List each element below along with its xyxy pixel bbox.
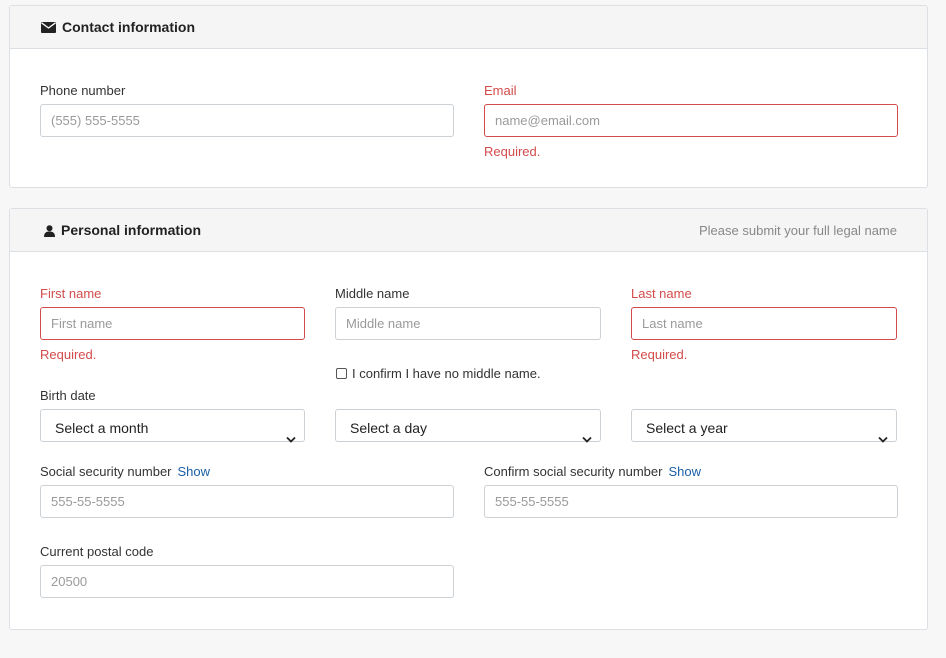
email-error: Required. — [484, 144, 541, 159]
personal-title: Personal information — [44, 209, 201, 252]
postal-code-label: Current postal code — [40, 544, 154, 559]
ssn-confirm-label: Confirm social security number — [484, 464, 663, 479]
ssn-input[interactable] — [40, 485, 454, 518]
ssn-confirm-show-link[interactable]: Show — [668, 464, 701, 479]
middle-name-label: Middle name — [335, 286, 410, 301]
last-name-field: Last name Required. — [631, 285, 897, 364]
no-middle-name-checkbox[interactable] — [336, 368, 347, 379]
birth-month-value: Select a month — [55, 420, 149, 436]
first-name-label: First name — [40, 286, 102, 301]
phone-input[interactable] — [40, 104, 454, 137]
chevron-down-icon — [582, 420, 592, 456]
birth-year-select[interactable]: Select a year — [631, 409, 897, 443]
postal-code-input[interactable] — [40, 565, 454, 598]
email-field: Email Required. — [484, 82, 898, 161]
first-name-input[interactable] — [40, 307, 305, 340]
birth-date-label: Birth date — [40, 388, 96, 403]
ssn-show-link[interactable]: Show — [178, 464, 211, 479]
last-name-error: Required. — [631, 347, 688, 362]
email-label: Email — [484, 83, 517, 98]
personal-card: Personal information Please submit your … — [9, 208, 928, 630]
ssn-confirm-field: Confirm social security number Show — [484, 463, 898, 518]
last-name-label: Last name — [631, 286, 692, 301]
no-middle-name-label[interactable]: I confirm I have no middle name. — [352, 366, 541, 381]
contact-card: Contact information Phone number Email R… — [9, 5, 928, 188]
birth-day-select[interactable]: Select a day — [335, 409, 601, 443]
contact-title-text: Contact information — [62, 19, 195, 35]
birth-day-field: Select a day — [335, 387, 601, 443]
birth-month-field: Birth date Select a month — [40, 387, 305, 443]
personal-title-text: Personal information — [61, 222, 202, 238]
middle-name-input[interactable] — [335, 307, 601, 340]
no-middle-name-row: I confirm I have no middle name. — [336, 366, 541, 381]
chevron-down-icon — [878, 420, 888, 456]
postal-code-field: Current postal code — [40, 543, 454, 598]
user-icon — [44, 224, 55, 237]
legal-name-hint: Please submit your full legal name — [699, 223, 897, 238]
phone-field: Phone number — [40, 82, 454, 137]
envelope-icon — [41, 22, 56, 33]
birth-month-select[interactable]: Select a month — [40, 409, 305, 443]
first-name-field: First name Required. — [40, 285, 305, 364]
contact-title: Contact information — [41, 6, 195, 49]
personal-card-header: Personal information Please submit your … — [10, 209, 927, 252]
ssn-confirm-input[interactable] — [484, 485, 898, 518]
first-name-error: Required. — [40, 347, 97, 362]
email-input[interactable] — [484, 104, 898, 137]
birth-day-value: Select a day — [350, 420, 428, 436]
contact-card-header: Contact information — [10, 6, 927, 49]
birth-year-value: Select a year — [646, 420, 728, 436]
middle-name-field: Middle name — [335, 285, 601, 340]
ssn-label: Social security number — [40, 464, 172, 479]
birth-year-field: Select a year — [631, 387, 897, 443]
last-name-input[interactable] — [631, 307, 897, 340]
chevron-down-icon — [286, 420, 296, 456]
phone-label: Phone number — [40, 83, 126, 98]
ssn-field: Social security number Show — [40, 463, 454, 518]
